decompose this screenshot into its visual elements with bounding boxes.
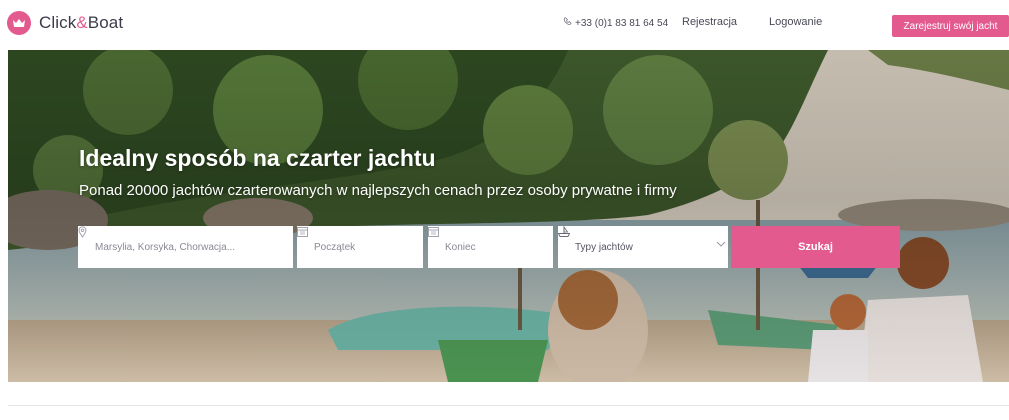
hero-photo	[8, 50, 1009, 382]
search-button[interactable]: Szukaj	[731, 226, 900, 268]
start-date-input[interactable]: Początek	[297, 226, 423, 268]
login-link[interactable]: Logowanie	[769, 16, 822, 28]
logo-text-boat: Boat	[87, 13, 124, 32]
hero-title: Idealny sposób na czarter jachtu	[79, 145, 436, 171]
end-date-input[interactable]: Koniec	[428, 226, 553, 268]
destination-input[interactable]: Marsylia, Korsyka, Chorwacja...	[78, 226, 293, 268]
start-date-placeholder: Początek	[314, 241, 356, 253]
hero-banner: Idealny sposób na czarter jachtu Ponad 2…	[8, 50, 1009, 382]
logo-text-ampersand: &	[76, 13, 88, 32]
phone-link[interactable]: +33 (0)1 83 81 64 54	[563, 17, 668, 29]
logo[interactable]: Click&Boat	[7, 11, 123, 35]
logo-text-click: Click	[39, 13, 77, 32]
phone-icon	[563, 17, 572, 29]
yacht-type-label: Typy jachtów	[575, 241, 633, 253]
destination-placeholder: Marsylia, Korsyka, Chorwacja...	[95, 241, 236, 253]
yacht-type-select[interactable]: Typy jachtów	[558, 226, 728, 268]
hero-subtitle: Ponad 20000 jachtów czarterowanych w naj…	[79, 182, 677, 199]
register-link[interactable]: Rejestracja	[682, 16, 737, 28]
divider	[8, 405, 1009, 406]
end-date-placeholder: Koniec	[445, 241, 476, 253]
list-your-yacht-button[interactable]: Zarejestruj swój jacht	[892, 15, 1009, 37]
phone-number: +33 (0)1 83 81 64 54	[575, 17, 669, 29]
crown-icon	[7, 11, 31, 35]
logo-text: Click&Boat	[39, 13, 123, 33]
top-header: Click&Boat +33 (0)1 83 81 64 54 Rejestra…	[0, 0, 1009, 48]
